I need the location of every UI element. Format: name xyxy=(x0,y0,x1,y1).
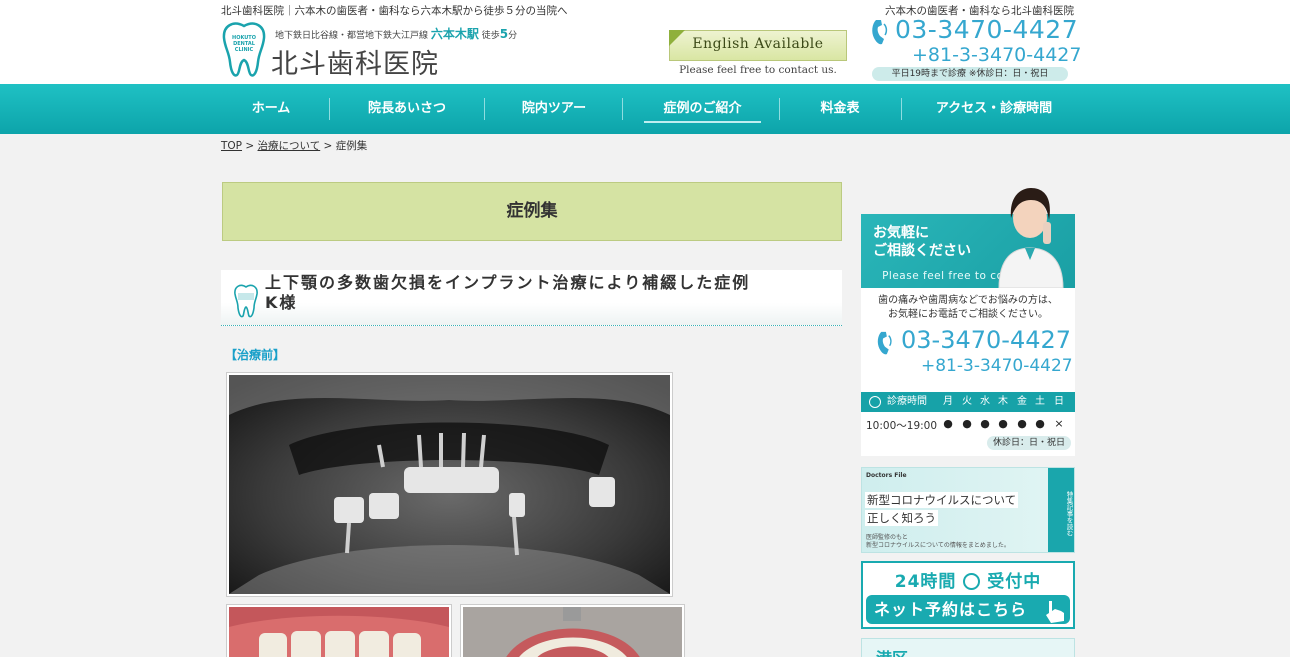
doctors-file-logo: Doctors File xyxy=(866,472,907,479)
contact-heading: お気軽に ご相談ください xyxy=(873,224,971,260)
clock-icon xyxy=(963,573,981,590)
covid-sub-line2: 新型コロナウイルスについての情報をまとめました。 xyxy=(866,542,1010,549)
day-thu: 木 xyxy=(998,396,1008,407)
intraoral-photo-1 xyxy=(226,604,452,657)
teeth-photo-graphic xyxy=(229,607,449,657)
mark-sat: ● xyxy=(1035,417,1045,430)
schedule-table: 診療時間 月 火 水 木 金 土 日 10:00〜19:00 ● ● ● ● ●… xyxy=(861,392,1075,456)
svg-text:CLINIC: CLINIC xyxy=(235,47,254,53)
case-title-text: 上下顎の多数歯欠損をインプラント治療により補綴した症例 K様 xyxy=(265,273,750,313)
online-reservation-banner[interactable]: 24時間 受付中 ネット予約はこちら xyxy=(861,561,1075,629)
site-header: 北斗歯科医院｜六本木の歯医者・歯科なら六本木駅から徒歩５分の当院へ 六本木の歯医… xyxy=(0,0,1290,84)
covid-info-banner[interactable]: Doctors File 新型コロナウイルスについて 正しく知ろう 医師監修のも… xyxy=(861,467,1075,553)
mark-thu: ● xyxy=(998,417,1008,430)
contact-heading-line2: ご相談ください xyxy=(873,243,971,259)
nav-divider xyxy=(622,98,623,120)
english-available-badge[interactable]: English Available Please feel free to co… xyxy=(669,30,849,80)
case-title-line2: K様 xyxy=(265,293,298,312)
breadcrumb: TOP > 治療について > 症例集 xyxy=(221,138,367,153)
mark-sun: × xyxy=(1054,417,1064,430)
breadcrumb-top-link[interactable]: TOP xyxy=(221,140,242,152)
reservation-accepting: 受付中 xyxy=(987,572,1042,592)
breadcrumb-sep: > xyxy=(245,140,255,152)
receptionist-image xyxy=(998,188,1064,288)
clock-icon xyxy=(869,396,881,408)
nav-divider xyxy=(484,98,485,120)
nav-tour[interactable]: 院内ツアー xyxy=(492,84,616,134)
phone-number[interactable]: 03-3470-4427 xyxy=(895,15,1078,44)
reservation-24h: 24時間 受付中 xyxy=(863,567,1073,592)
schedule-header: 診療時間 月 火 水 木 金 土 日 xyxy=(861,392,1075,412)
case-heading: 上下顎の多数歯欠損をインプラント治療により補綴した症例 K様 xyxy=(221,270,842,326)
contact-desc-line1: 歯の痛みや歯周病などでお悩みの方は、 xyxy=(878,295,1058,306)
reservation-24h-text: 24時間 xyxy=(894,572,957,592)
nav-fees[interactable]: 料金表 xyxy=(787,84,893,134)
next-banner-text: 港区 xyxy=(876,645,908,657)
covid-sub-line1: 医師監修のもと xyxy=(866,534,908,541)
day-fri: 金 xyxy=(1017,396,1027,407)
site-logo[interactable]: HOKUTO DENTAL CLINIC 地下鉄日比谷線・都営地下鉄大江戸線 六… xyxy=(221,22,531,80)
page-title: 症例集 xyxy=(222,182,842,241)
breadcrumb-current: 症例集 xyxy=(335,140,368,152)
sidebar-phone-intl[interactable]: +81-3-3470-4427 xyxy=(921,356,1073,376)
phone-icon xyxy=(872,20,888,45)
intraoral-photo-2 xyxy=(460,604,685,657)
contact-heading-line1: お気軽に xyxy=(873,225,929,241)
header-tagline: 北斗歯科医院｜六本木の歯医者・歯科なら六本木駅から徒歩５分の当院へ xyxy=(221,5,568,17)
covid-banner-line1: 新型コロナウイルスについて xyxy=(865,492,1019,508)
nav-divider xyxy=(779,98,780,120)
tooth-logo-icon: HOKUTO DENTAL CLINIC xyxy=(222,22,266,77)
day-sun: 日 xyxy=(1054,396,1064,407)
phone-number-intl[interactable]: +81-3-3470-4427 xyxy=(912,44,1081,66)
xray-image xyxy=(226,372,673,597)
nav-divider xyxy=(329,98,330,120)
schedule-time: 10:00〜19:00 xyxy=(866,420,938,432)
nav-home[interactable]: ホーム xyxy=(221,84,321,134)
mark-wed: ● xyxy=(980,417,990,430)
teeth-photo-graphic xyxy=(463,607,682,657)
closed-days: 休診日：日・祝日 xyxy=(986,436,1071,450)
hours-note: 平日19時まで診療 ※休診日：日・祝日 xyxy=(872,67,1068,81)
nav-divider xyxy=(901,98,902,120)
access-info: 地下鉄日比谷線・都営地下鉄大江戸線 六本木駅 徒歩5分 xyxy=(275,27,518,41)
case-title-line1: 上下顎の多数歯欠損をインプラント治療により補綴した症例 xyxy=(265,273,751,292)
english-sub: Please feel free to contact us. xyxy=(679,64,837,76)
breadcrumb-sep: > xyxy=(323,140,333,152)
english-label: English Available xyxy=(692,36,824,52)
main-nav: ホーム 院長あいさつ 院内ツアー 症例のご紹介 料金表 アクセス・診療時間 xyxy=(0,84,1290,134)
contact-box: お気軽に ご相談ください Please feel free to contact… xyxy=(861,188,1075,456)
breadcrumb-parent-link[interactable]: 治療について xyxy=(258,140,321,152)
mark-mon: ● xyxy=(943,417,953,430)
sidebar-phone-number[interactable]: 03-3470-4427 xyxy=(901,326,1071,354)
covid-banner-line2: 正しく知ろう xyxy=(865,510,938,526)
read-article-tab[interactable]: 特集記事を読む xyxy=(1048,468,1074,552)
schedule-label: 診療時間 xyxy=(887,396,927,407)
page: 北斗歯科医院｜六本木の歯医者・歯科なら六本木駅から徒歩５分の当院へ 六本木の歯医… xyxy=(0,0,1290,657)
mark-fri: ● xyxy=(1017,417,1027,430)
contact-desc-line2: お気軽にお電話でご相談ください。 xyxy=(888,309,1048,320)
tooth-icon xyxy=(234,284,258,318)
pointing-hand-icon xyxy=(1046,601,1064,623)
reservation-button[interactable]: ネット予約はこちら xyxy=(866,595,1070,624)
day-wed: 水 xyxy=(980,396,990,407)
phone-icon xyxy=(877,331,892,355)
mark-tue: ● xyxy=(962,417,972,430)
day-mon: 月 xyxy=(943,396,953,407)
panoramic-xray-graphic xyxy=(229,375,670,594)
nav-greeting[interactable]: 院長あいさつ xyxy=(337,84,477,134)
next-banner[interactable]: 港区 xyxy=(861,638,1075,657)
day-sat: 土 xyxy=(1035,396,1045,407)
before-treatment-label: 【治療前】 xyxy=(225,348,286,362)
nav-cases[interactable]: 症例のご紹介 xyxy=(630,84,775,134)
covid-banner-sub: 医師監修のもと 新型コロナウイルスについての情報をまとめました。 xyxy=(866,534,1010,550)
day-tue: 火 xyxy=(962,396,972,407)
header-phone[interactable]: 03-3470-4427 +81-3-3470-4427 平日19時まで診療 ※… xyxy=(870,14,1081,84)
contact-description: 歯の痛みや歯周病などでお悩みの方は、 お気軽にお電話でご相談ください。 xyxy=(861,294,1075,322)
clinic-name: 北斗歯科医院 xyxy=(271,49,439,80)
nav-access[interactable]: アクセス・診療時間 xyxy=(909,84,1079,134)
